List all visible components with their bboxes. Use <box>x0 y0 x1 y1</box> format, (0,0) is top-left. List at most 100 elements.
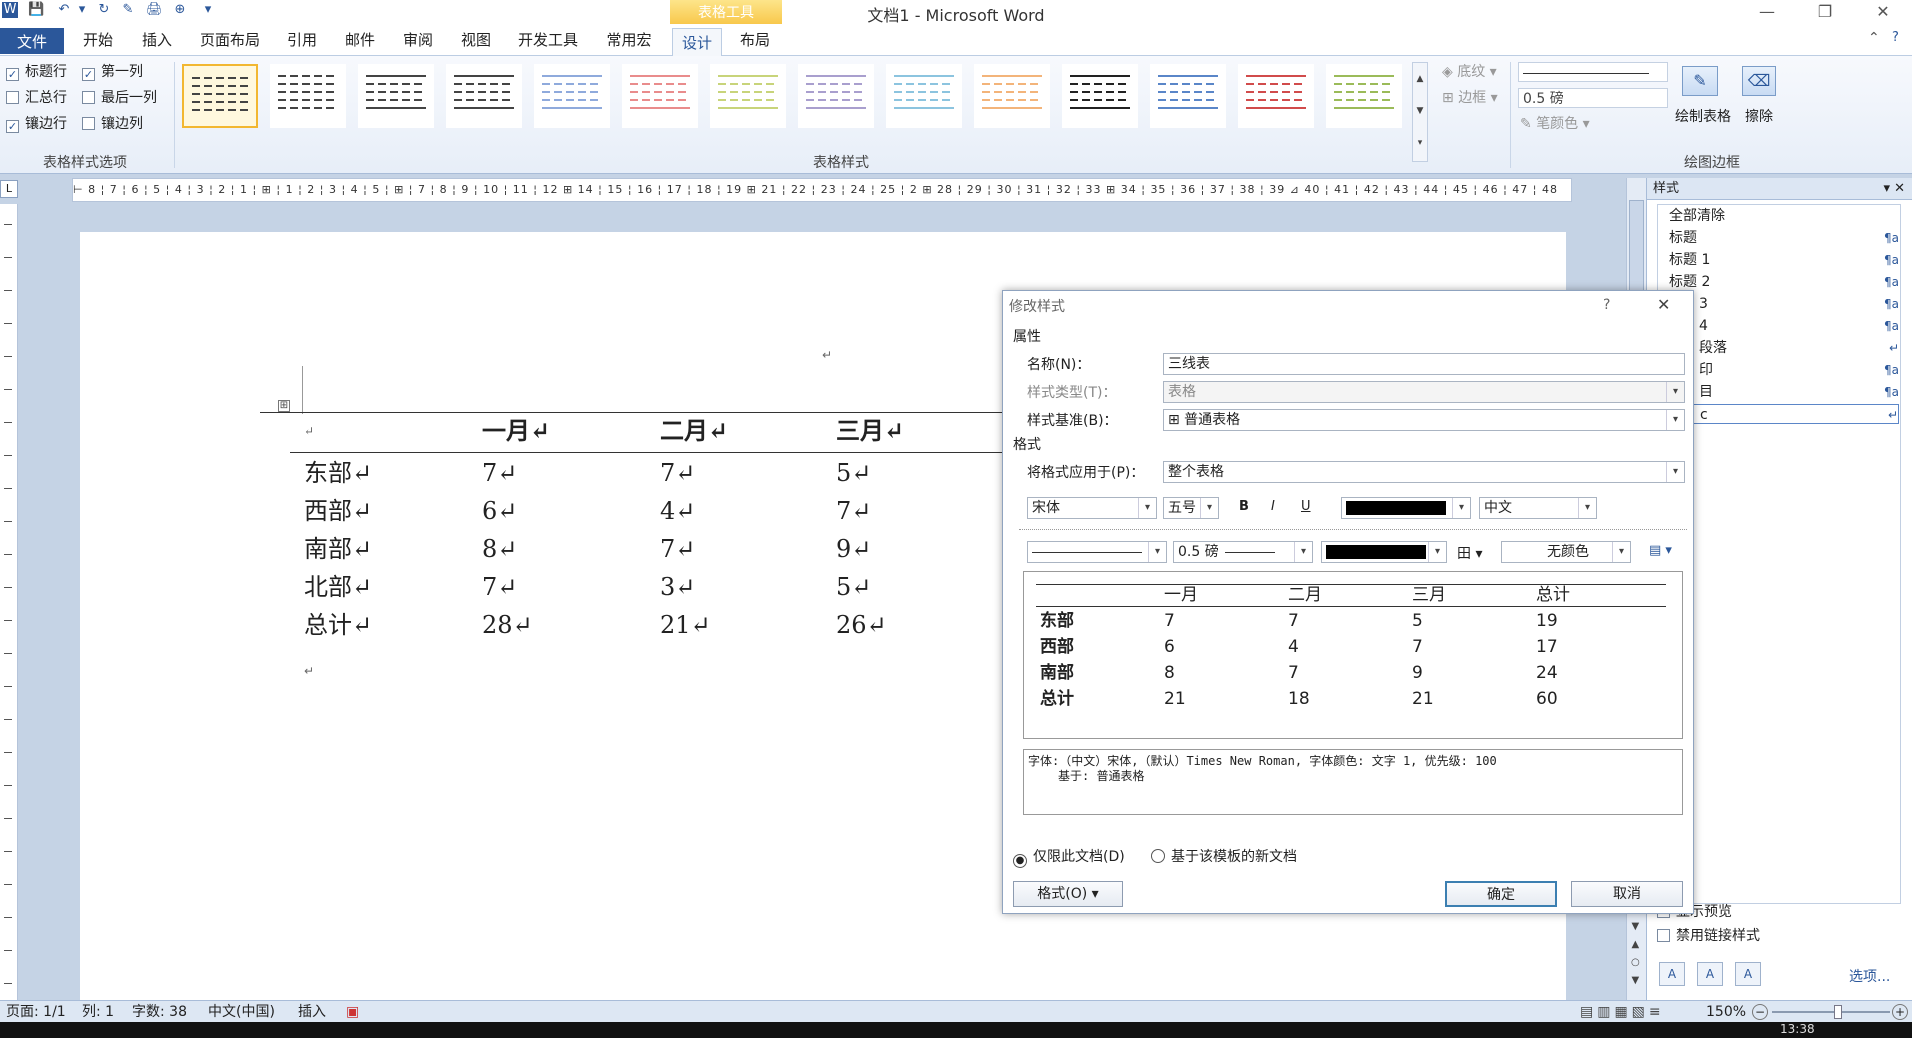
underline-button[interactable]: U <box>1301 499 1311 514</box>
font-color-select[interactable]: ▾ <box>1341 497 1471 519</box>
options-link[interactable]: 选项... <box>1849 966 1890 986</box>
shading-color-select[interactable]: 无颜色 ▾ <box>1501 541 1631 563</box>
tab-view[interactable]: 视图 <box>452 26 500 54</box>
close-button[interactable]: ✕ <box>1860 0 1906 24</box>
style-base-select[interactable]: ⊞ 普通表格 ▾ <box>1163 409 1685 431</box>
table-cell[interactable]: 5↵ <box>836 568 871 606</box>
tab-references[interactable]: 引用 <box>278 26 326 54</box>
pen-style-select[interactable] <box>1518 62 1668 82</box>
table-style-swatch[interactable] <box>1150 64 1226 128</box>
radio-new-template[interactable]: 基于该模板的新文档 <box>1151 847 1297 867</box>
shading-button[interactable]: ◈ 底纹 ▾ <box>1442 62 1497 82</box>
check-first-column[interactable]: ✓ 第一列 <box>82 62 143 82</box>
cancel-button[interactable]: 取消 <box>1571 881 1683 907</box>
table-cell[interactable]: 7↵ <box>660 530 695 568</box>
align-icon[interactable]: ▤ ▾ <box>1649 543 1672 558</box>
zoom-level[interactable]: 150% <box>1706 1001 1746 1023</box>
table-cell[interactable]: 南部↵ <box>304 530 372 568</box>
table-style-swatch[interactable] <box>710 64 786 128</box>
zoom-slider[interactable] <box>1772 1011 1890 1013</box>
tab-layout[interactable]: 布局 <box>730 26 780 54</box>
check-last-column[interactable]: 最后一列 <box>82 88 157 108</box>
style-item[interactable]: 段落 ↵ <box>1669 338 1899 358</box>
style-item-selected[interactable]: c ↵ <box>1669 404 1899 424</box>
borders-grid-icon[interactable]: 田 ▾ <box>1457 543 1482 563</box>
help-icon[interactable]: ? <box>1603 297 1610 313</box>
table-style-swatch[interactable] <box>886 64 962 128</box>
table-style-swatch[interactable] <box>798 64 874 128</box>
table-cell[interactable]: 6↵ <box>482 492 517 530</box>
pen-weight-select[interactable]: 0.5 磅 <box>1518 88 1668 108</box>
zoom-slider-thumb[interactable] <box>1834 1005 1842 1019</box>
close-icon[interactable]: ✕ <box>1657 295 1670 314</box>
table-cell[interactable]: 21↵ <box>660 606 711 644</box>
word-count[interactable]: 字数: 38 <box>132 1001 187 1023</box>
borders-button[interactable]: ⊞ 边框 ▾ <box>1442 88 1498 108</box>
draw-table-label[interactable]: 绘制表格 <box>1666 106 1740 126</box>
radio-this-document[interactable]: ● 仅限此文档(D) <box>1013 847 1125 868</box>
pen-color-button[interactable]: ✎ 笔颜色 ▾ <box>1520 114 1590 134</box>
collapse-ribbon-icon[interactable]: ⌃ <box>1868 30 1880 46</box>
zoom-out-icon[interactable]: − <box>1752 1004 1768 1020</box>
tab-selector[interactable]: L <box>0 180 18 198</box>
style-item[interactable]: 全部清除 <box>1669 206 1899 226</box>
style-item[interactable]: 3 ¶a <box>1669 294 1899 314</box>
tab-insert[interactable]: 插入 <box>132 26 182 54</box>
eraser-icon[interactable]: ⌫ <box>1742 66 1776 96</box>
italic-button[interactable]: I <box>1271 499 1275 514</box>
table-cell[interactable]: 一月↵ <box>482 412 550 450</box>
style-item[interactable]: 标题 1 ¶a <box>1669 250 1899 270</box>
tab-mailings[interactable]: 邮件 <box>336 26 384 54</box>
table-style-swatch[interactable] <box>534 64 610 128</box>
font-size-select[interactable]: 五号 ▾ <box>1163 497 1219 519</box>
column-indicator[interactable]: 列: 1 <box>82 1001 114 1023</box>
eraser-label[interactable]: 擦除 <box>1742 106 1776 126</box>
check-banded-rows[interactable]: ✓ 镶边行 <box>6 114 67 134</box>
table-cell[interactable]: 7↵ <box>482 454 517 492</box>
style-item[interactable]: 标题 ¶a <box>1669 228 1899 248</box>
style-inspector-icon[interactable]: A <box>1697 962 1723 986</box>
tab-developer[interactable]: 开发工具 <box>510 26 586 54</box>
tab-review[interactable]: 审阅 <box>394 26 442 54</box>
tab-home[interactable]: 开始 <box>72 26 124 54</box>
insert-mode[interactable]: 插入 <box>298 1001 326 1023</box>
table-cell[interactable]: 三月↵ <box>836 412 904 450</box>
apply-to-select[interactable]: 整个表格 ▾ <box>1163 461 1685 483</box>
gallery-scroll[interactable]: ▲ ▼ ▾ <box>1412 62 1428 162</box>
style-item[interactable]: 印 ¶a <box>1669 360 1899 380</box>
ok-button[interactable]: 确定 <box>1445 881 1557 907</box>
border-color-select[interactable]: ▾ <box>1321 541 1447 563</box>
check-total-row[interactable]: 汇总行 <box>6 88 67 108</box>
table-style-swatch[interactable] <box>358 64 434 128</box>
table-cell[interactable]: 东部↵ <box>304 454 372 492</box>
help-icon[interactable]: ? <box>1892 30 1899 45</box>
table-style-swatch[interactable] <box>1062 64 1138 128</box>
table-cell[interactable]: 二月↵ <box>660 412 728 450</box>
table-cell[interactable]: 西部↵ <box>304 492 372 530</box>
restore-button[interactable]: ❐ <box>1802 0 1848 24</box>
macro-record-icon[interactable]: ▣ <box>346 1001 359 1023</box>
horizontal-ruler[interactable]: ⊢ 8 ¦ 7 ¦ 6 ¦ 5 ¦ 4 ¦ 3 ¦ 2 ¦ 1 ¦ ⊞ ¦ 1 … <box>72 178 1572 202</box>
border-style-select[interactable]: ▾ <box>1027 541 1167 563</box>
table-style-swatch[interactable] <box>974 64 1050 128</box>
table-style-swatch[interactable] <box>622 64 698 128</box>
table-cell[interactable]: 5↵ <box>836 454 871 492</box>
language[interactable]: 中文(中国) <box>208 1001 275 1023</box>
table-cell[interactable]: 北部↵ <box>304 568 372 606</box>
table-cell[interactable]: 7↵ <box>836 492 871 530</box>
table-style-swatch[interactable] <box>270 64 346 128</box>
table-cell[interactable]: 7↵ <box>660 454 695 492</box>
check-banded-columns[interactable]: 镶边列 <box>82 114 143 134</box>
table-cell[interactable]: ↵ <box>304 412 314 450</box>
zoom-in-icon[interactable]: + <box>1892 1004 1908 1020</box>
vertical-ruler[interactable] <box>0 204 18 1000</box>
name-input[interactable]: 三线表 <box>1163 353 1685 375</box>
format-button[interactable]: 格式(O) ▾ <box>1013 881 1123 907</box>
tab-page-layout[interactable]: 页面布局 <box>190 26 270 54</box>
table-cell[interactable]: 9↵ <box>836 530 871 568</box>
bold-button[interactable]: B <box>1239 499 1249 514</box>
new-style-icon[interactable]: A <box>1659 962 1685 986</box>
table-move-handle-icon[interactable]: ⊞ <box>278 400 290 412</box>
page-count[interactable]: 页面: 1/1 <box>6 1001 66 1023</box>
table-cell[interactable]: 8↵ <box>482 530 517 568</box>
